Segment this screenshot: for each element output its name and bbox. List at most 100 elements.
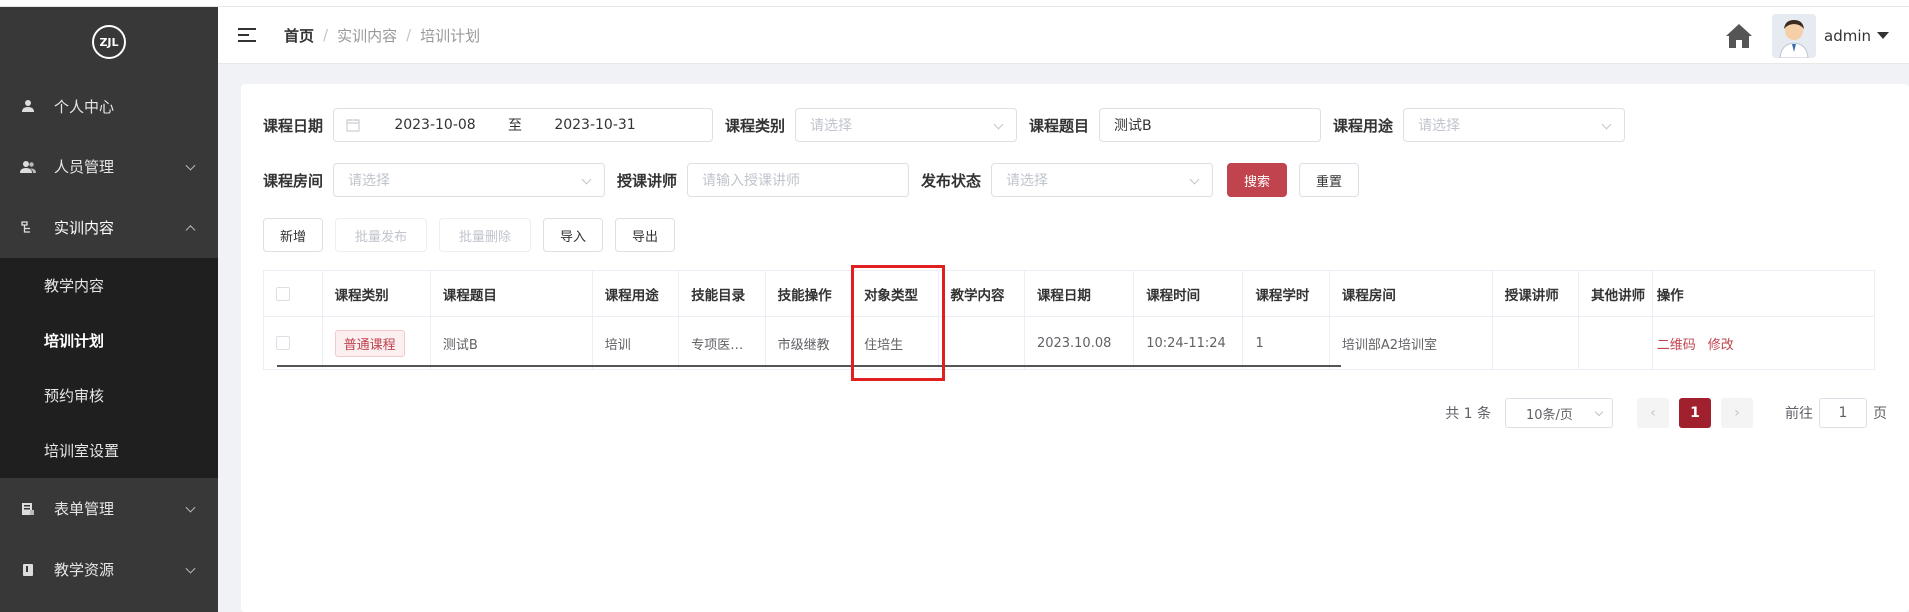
highlight-box (851, 265, 945, 381)
date-range-picker[interactable]: 2023-10-08 至 2023-10-31 (333, 108, 714, 142)
category-tag: 普通课程 (334, 329, 405, 357)
select-all-checkbox[interactable] (276, 286, 290, 301)
category-placeholder: 请选择 (810, 118, 853, 134)
cell-category: 普通课程 (323, 317, 431, 369)
goto-input[interactable]: 1 (1819, 398, 1867, 428)
chevron-down-icon (1594, 407, 1604, 417)
goto-suffix: 页 (1873, 406, 1887, 422)
export-button[interactable]: 导出 (615, 218, 675, 252)
sidebar-item-resources[interactable]: 教学资源 (0, 539, 218, 600)
breadcrumb: 首页 / 实训内容 / 培训计划 (284, 25, 480, 46)
sidebar-item-staff[interactable]: 人员管理 (0, 136, 218, 197)
batch-delete-button[interactable]: 批量删除 (439, 218, 531, 252)
date-start[interactable]: 2023-10-08 (370, 117, 500, 133)
column-header[interactable]: 技能目录 (679, 271, 766, 316)
column-header[interactable]: 其他讲师 (1579, 271, 1653, 316)
user-icon (20, 98, 36, 114)
column-header[interactable]: 课程时间 (1134, 271, 1244, 316)
sidebar-subitem-teaching-content[interactable]: 教学内容 (0, 258, 218, 313)
date-separator: 至 (508, 118, 523, 134)
column-header[interactable]: 课程用途 (593, 271, 680, 316)
usage-select[interactable]: 请选择 (1403, 108, 1626, 142)
add-button[interactable]: 新增 (263, 218, 323, 252)
column-header[interactable]: 课程房间 (1330, 271, 1493, 316)
breadcrumb-home[interactable]: 首页 (284, 25, 314, 46)
goto-page: 前往 1 页 (1785, 398, 1887, 428)
sidebar: ZJL 个人中心 人员管理 实训内容 教学内容 培训计划 预约审核 培训室设置 … (0, 0, 218, 612)
category-select[interactable]: 请选择 (795, 108, 1018, 142)
row-checkbox[interactable] (276, 336, 290, 350)
chevron-up-icon (185, 224, 196, 235)
form-icon (20, 501, 36, 517)
column-header[interactable]: 课程类别 (323, 271, 431, 316)
column-header[interactable]: 技能操作 (766, 271, 853, 316)
submenu: 教学内容 培训计划 预约审核 培训室设置 (0, 258, 218, 478)
cell-date: 2023.10.08 (1025, 317, 1135, 369)
chevron-down-icon (581, 174, 592, 185)
logo[interactable]: ZJL (0, 0, 218, 76)
chevron-down-icon (993, 119, 1004, 130)
cell-hours: 1 (1243, 317, 1330, 369)
column-header[interactable]: 课程日期 (1025, 271, 1135, 316)
username[interactable]: admin (1824, 27, 1871, 45)
horizontal-scrollbar[interactable] (277, 365, 1341, 367)
prev-page-button[interactable]: ‹ (1637, 398, 1669, 428)
cell-other (1579, 317, 1653, 369)
import-button[interactable]: 导入 (543, 218, 603, 252)
column-header[interactable]: 课程题目 (431, 271, 593, 316)
cell-room: 培训部A2培训室 (1330, 317, 1493, 369)
data-table: 课程类别 课程题目 课程用途 技能目录 技能操作 对象类型 教学内容 课程日期 … (263, 270, 1875, 370)
sidebar-item-training-content[interactable]: 实训内容 (0, 197, 218, 258)
teacher-input[interactable]: 请输入授课讲师 (687, 163, 910, 197)
sidebar-subitem-room-settings[interactable]: 培训室设置 (0, 423, 218, 478)
column-header: 操作 (1656, 287, 1684, 304)
select-all-cell (264, 271, 323, 316)
qrcode-link[interactable]: 二维码 (1657, 334, 1696, 353)
edit-link[interactable]: 修改 (1708, 334, 1734, 353)
toolbar: 新增 批量发布 批量删除 导入 导出 (263, 218, 675, 252)
header: 首页 / 实训内容 / 培训计划 admin (218, 7, 1909, 64)
column-header[interactable]: 教学内容 (939, 271, 1025, 316)
sidebar-item-label: 教学资源 (54, 561, 115, 579)
search-button[interactable]: 搜索 (1227, 163, 1288, 197)
room-select[interactable]: 请选择 (333, 163, 606, 197)
title-input[interactable]: 测试B (1099, 108, 1322, 142)
sidebar-item-personal[interactable]: 个人中心 (0, 76, 218, 136)
category-label: 课程类别 (725, 116, 786, 135)
teacher-placeholder: 请输入授课讲师 (702, 173, 801, 189)
batch-publish-button[interactable]: 批量发布 (335, 218, 427, 252)
cell-content (939, 317, 1025, 369)
tree-icon (20, 220, 36, 236)
page-size-value: 10条/页 (1526, 407, 1573, 423)
caret-down-icon[interactable] (1877, 32, 1889, 39)
sidebar-subitem-booking-review[interactable]: 预约审核 (0, 368, 218, 423)
breadcrumb-section: 实训内容 (337, 26, 398, 45)
page-number[interactable]: 1 (1679, 398, 1711, 428)
cell-time: 10:24-11:24 (1134, 317, 1244, 369)
users-icon (20, 159, 36, 175)
date-end[interactable]: 2023-10-31 (530, 117, 660, 133)
goto-label: 前往 (1785, 406, 1813, 422)
sidebar-item-label: 个人中心 (54, 97, 115, 116)
next-page-button[interactable]: › (1721, 398, 1753, 428)
breadcrumb-separator: / (406, 26, 412, 44)
cell-skill-dir: 专项医… (679, 317, 766, 369)
sidebar-item-forms[interactable]: 表单管理 (0, 478, 218, 539)
sidebar-subitem-training-plan[interactable]: 培训计划 (0, 313, 218, 368)
status-label: 发布状态 (921, 171, 982, 190)
menu-toggle-icon[interactable] (238, 28, 256, 42)
filter-row-1: 课程日期 2023-10-08 至 2023-10-31 课程类别 请选择 课程… (263, 108, 1626, 142)
reset-button[interactable]: 重置 (1299, 163, 1360, 197)
book-icon (20, 562, 36, 578)
status-placeholder: 请选择 (1006, 173, 1049, 189)
column-header[interactable]: 课程学时 (1243, 271, 1330, 316)
status-select[interactable]: 请选择 (991, 163, 1214, 197)
title-value: 测试B (1114, 118, 1152, 134)
sidebar-item-label: 人员管理 (54, 158, 115, 176)
avatar[interactable] (1772, 13, 1816, 58)
chevron-down-icon (1189, 174, 1200, 185)
column-header[interactable]: 授课讲师 (1493, 271, 1580, 316)
home-icon[interactable] (1724, 21, 1754, 51)
page-size-select[interactable]: 10条/页 (1505, 398, 1613, 428)
pagination: 共 1 条 10条/页 ‹ 1 › 前往 1 页 (1445, 398, 1887, 428)
